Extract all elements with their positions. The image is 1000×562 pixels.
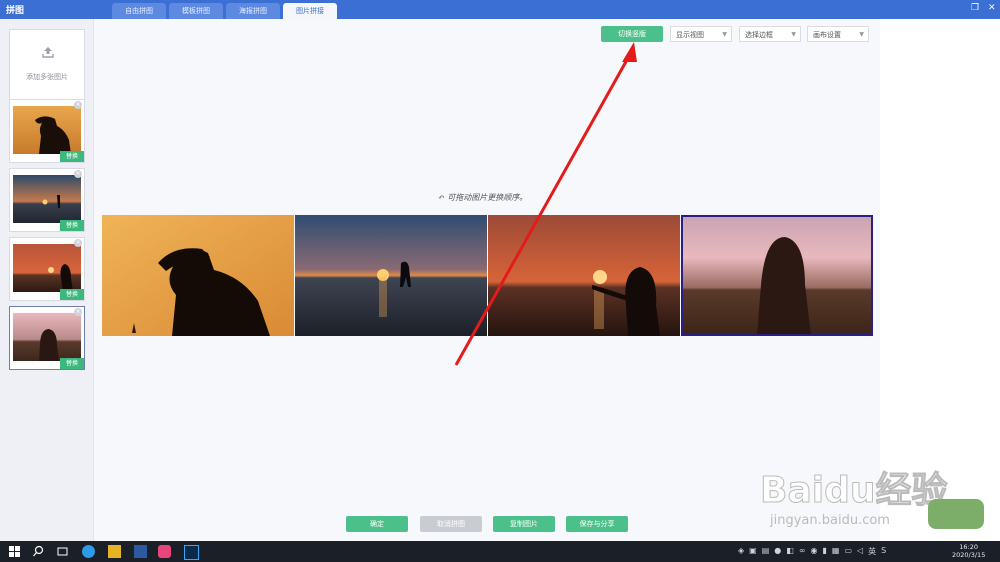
clock-time: 16:20: [959, 543, 979, 551]
tab-bar: 自由拼图 模板拼图 海报拼图 图片拼接: [112, 3, 337, 19]
drag-hint: ↶ 可拖动图片更换顺序。: [438, 192, 527, 203]
canvas-settings-label: 画布设置: [813, 31, 841, 39]
watermark-brand: Baidu经验: [759, 470, 948, 512]
file-explorer-icon[interactable]: [108, 545, 121, 558]
thumbnail-3[interactable]: × 替换: [9, 237, 85, 301]
message-icon[interactable]: ▭: [844, 546, 852, 557]
chevron-down-icon: ▼: [722, 31, 727, 38]
switch-vertical-button[interactable]: 切换竖版: [601, 26, 663, 42]
chevron-down-icon: ▼: [791, 31, 796, 38]
collage-app-icon[interactable]: [158, 545, 171, 558]
save-share-button[interactable]: 保存与分享: [566, 516, 628, 532]
tab-image-stitch[interactable]: 图片拼接: [283, 3, 337, 19]
system-tray: ◈ ▣ ▤ ● ◧ ∞ ◉ ▮ ▦ ▭ ◁ 英 S: [738, 546, 886, 557]
stitched-image-2[interactable]: [295, 215, 487, 336]
search-icon[interactable]: [32, 545, 45, 558]
drag-hint-text: 可拖动图片更换顺序。: [447, 193, 528, 202]
thumbnail-image: [13, 106, 81, 154]
tab-free-collage[interactable]: 自由拼图: [112, 3, 166, 19]
windows-taskbar: ◈ ▣ ▤ ● ◧ ∞ ◉ ▮ ▦ ▭ ◁ 英 S 16:20 2020/3/1…: [0, 541, 1000, 562]
replace-badge[interactable]: 替换: [60, 358, 84, 369]
network-icon[interactable]: ◧: [786, 546, 794, 557]
upload-icon: [42, 47, 54, 58]
ime-indicator[interactable]: 英: [868, 546, 876, 557]
tab-template-collage[interactable]: 模板拼图: [169, 3, 223, 19]
field-girl-photo: [681, 215, 873, 336]
view-dropdown-label: 显示视图: [676, 31, 704, 39]
add-images-label: 添加多张图片: [26, 73, 68, 81]
baidu-watermark: Baidu经验 jingyan.baidu.com: [759, 455, 990, 535]
replace-badge[interactable]: 替换: [60, 289, 84, 300]
cube-icon[interactable]: ▣: [749, 546, 757, 557]
remove-thumbnail-icon[interactable]: ×: [74, 308, 82, 316]
hint-arrow-icon: ↶: [438, 193, 448, 202]
clock-date: 2020/3/15: [952, 551, 986, 559]
image-sidebar: 添加多张图片 × 替换 × 替换 × 替换 × 替换: [0, 19, 94, 541]
border-dropdown[interactable]: 选择边框 ▼: [739, 26, 801, 42]
microphone-icon[interactable]: ●: [774, 546, 781, 557]
signal-icon[interactable]: ▮: [822, 546, 826, 557]
task-view-icon[interactable]: [56, 545, 69, 558]
app-title: 拼图: [6, 6, 25, 16]
confirm-button[interactable]: 确定: [346, 516, 408, 532]
thumbnail-2[interactable]: × 替换: [9, 168, 85, 232]
stitched-image-strip: [102, 215, 873, 336]
app-tray-icon[interactable]: ▦: [832, 546, 840, 557]
close-window-icon[interactable]: ✕: [988, 3, 996, 13]
remove-thumbnail-icon[interactable]: ×: [74, 170, 82, 178]
stitched-image-1[interactable]: [102, 215, 294, 336]
thumbnail-image: [13, 175, 81, 223]
watermark-badge-icon: [928, 499, 984, 529]
beach-sunset-photo: [295, 215, 487, 336]
thumbnail-1[interactable]: × 替换: [9, 99, 85, 163]
shield-icon[interactable]: ◈: [738, 546, 744, 557]
watermark-url: jingyan.baidu.com: [770, 513, 890, 528]
volume-icon[interactable]: ◁: [857, 546, 863, 557]
add-images-button[interactable]: 添加多张图片: [9, 29, 85, 109]
replace-badge[interactable]: 替换: [60, 151, 84, 162]
silhouette-cap-photo: [102, 215, 294, 336]
browser-icon[interactable]: [82, 545, 95, 558]
replace-badge[interactable]: 替换: [60, 220, 84, 231]
remove-thumbnail-icon[interactable]: ×: [74, 101, 82, 109]
copy-image-button[interactable]: 复制图片: [493, 516, 555, 532]
restore-window-icon[interactable]: ❐: [971, 3, 979, 13]
thumbnail-image: [13, 313, 81, 361]
sogou-icon[interactable]: S: [881, 546, 886, 557]
border-dropdown-label: 选择边框: [745, 31, 773, 39]
thumbnail-image: [13, 244, 81, 292]
stitched-image-3[interactable]: [488, 215, 680, 336]
remove-thumbnail-icon[interactable]: ×: [74, 239, 82, 247]
sun-in-hand-photo: [488, 215, 680, 336]
record-icon[interactable]: ◉: [811, 546, 818, 557]
thumbnail-4[interactable]: × 替换: [9, 306, 85, 370]
stitched-image-4[interactable]: [681, 215, 873, 336]
chat-icon[interactable]: ▤: [762, 546, 770, 557]
taskbar-clock[interactable]: 16:20 2020/3/15: [952, 543, 985, 559]
cancel-stitch-button[interactable]: 取消拼图: [420, 516, 482, 532]
title-bar: 拼图 自由拼图 模板拼图 海报拼图 图片拼接 ❐ ✕: [0, 0, 1000, 19]
photoshop-icon[interactable]: [184, 545, 199, 560]
windows-start-icon[interactable]: [8, 545, 21, 558]
chevron-down-icon: ▼: [859, 31, 864, 38]
view-dropdown[interactable]: 显示视图 ▼: [670, 26, 732, 42]
app-icon[interactable]: [134, 545, 147, 558]
canvas-settings-dropdown[interactable]: 画布设置 ▼: [807, 26, 869, 42]
tab-poster-collage[interactable]: 海报拼图: [226, 3, 280, 19]
link-icon[interactable]: ∞: [799, 546, 806, 557]
